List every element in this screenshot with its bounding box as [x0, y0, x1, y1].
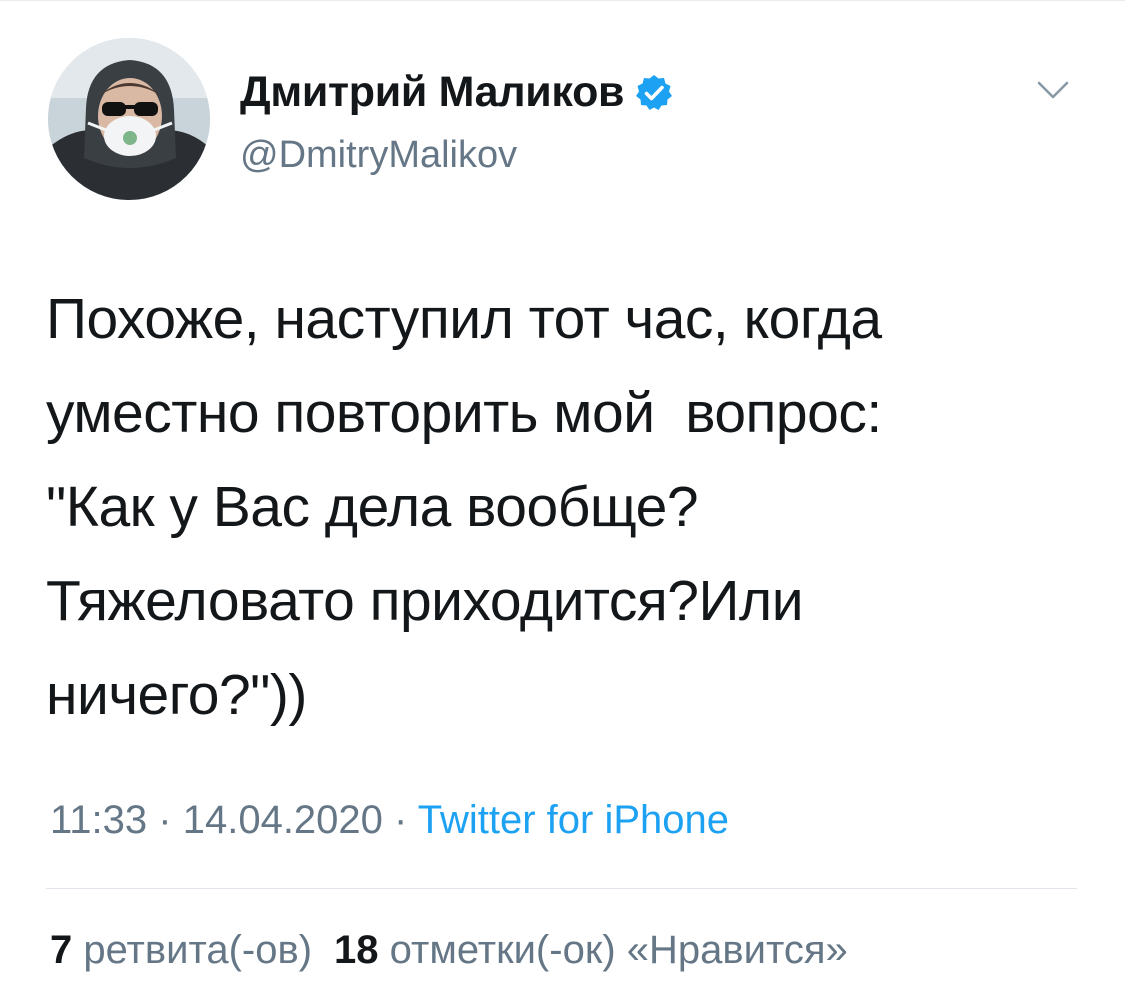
- author-display-name[interactable]: Дмитрий Маликов: [240, 68, 624, 117]
- retweets-label: ретвита(-ов): [83, 928, 313, 972]
- likes-count: 18: [334, 928, 379, 972]
- avatar-image: [48, 38, 210, 200]
- verified-badge-icon: [634, 73, 674, 113]
- author-name-row: Дмитрий Маликов: [240, 68, 674, 117]
- tweet-text: Похоже, наступил тот час, когда уместно …: [46, 287, 882, 727]
- tweet-time: 11:33: [50, 798, 148, 842]
- chevron-down-icon[interactable]: [1036, 78, 1070, 102]
- likes-label: отметки(-ок) «Нравится»: [389, 928, 848, 972]
- divider: [46, 888, 1077, 889]
- meta-separator: ·: [158, 798, 172, 842]
- tweet-date[interactable]: 14.04.2020: [183, 798, 383, 842]
- tweet-meta: 11:33 · 14.04.2020 · Twitter for iPhone: [50, 798, 729, 843]
- avatar[interactable]: [48, 38, 210, 200]
- author-handle[interactable]: @DmitryMalikov: [240, 134, 517, 177]
- top-border: [0, 0, 1125, 1]
- meta-separator: ·: [394, 798, 408, 842]
- tweet-stats: 7 ретвита(-ов) 18 отметки(-ок) «Нравится»: [50, 928, 848, 973]
- retweets-stat[interactable]: 7 ретвита(-ов): [50, 928, 312, 972]
- tweet-header: Дмитрий Маликов @DmitryMalikov: [48, 38, 1088, 208]
- retweets-count: 7: [50, 928, 73, 972]
- likes-stat[interactable]: 18 отметки(-ок) «Нравится»: [334, 928, 848, 972]
- tweet-source-link[interactable]: Twitter for iPhone: [418, 798, 729, 842]
